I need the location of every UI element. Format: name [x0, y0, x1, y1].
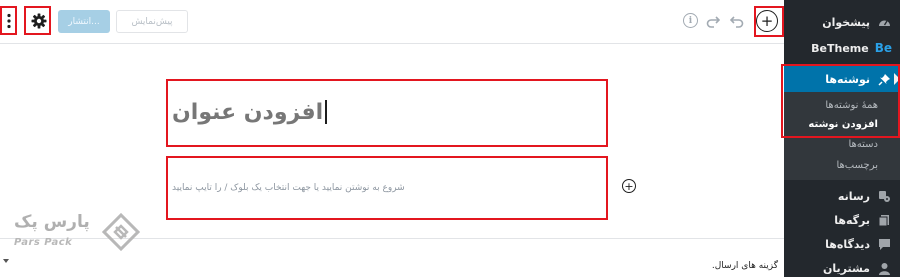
editor-toolbar: + i پیش‌نمایش انتشار... [0, 0, 784, 44]
sidebar-item-label: رسانه [837, 189, 870, 203]
sidebar-item-label: برگه‌ها [834, 213, 870, 227]
info-icon: i [688, 15, 693, 26]
sidebar-item-label: مشتریان [823, 261, 870, 275]
sidebar-item-pages[interactable]: برگه‌ها [784, 208, 900, 232]
title-placeholder: افزودن عنوان [172, 99, 324, 125]
gear-icon [31, 13, 47, 29]
sidebar-item-media[interactable]: رسانه [784, 184, 900, 208]
publish-options-link[interactable]: گزینه های ارسال. [712, 261, 778, 271]
sidebar-item-comments[interactable]: دیدگاه‌ها [784, 232, 900, 256]
user-icon [876, 260, 892, 276]
undo-button[interactable] [728, 12, 746, 30]
text-caret [325, 100, 327, 124]
watermark-name-en: Pars Pack [14, 237, 73, 248]
caret-down-icon[interactable] [3, 259, 9, 263]
redo-icon [706, 16, 720, 28]
sidebar-item-label: دیدگاه‌ها [825, 237, 870, 251]
parspack-logo-icon [102, 213, 140, 251]
post-title-input[interactable]: افزودن عنوان [172, 82, 602, 142]
submenu-add-post[interactable]: افزودن نوشته [784, 119, 900, 130]
betheme-logo-icon: Be [874, 41, 892, 55]
vertical-ellipsis-icon [7, 13, 11, 29]
plus-icon: + [760, 11, 774, 30]
info-button[interactable]: i [683, 13, 698, 28]
inline-add-block-button[interactable]: + [622, 179, 636, 193]
dashboard-icon [876, 14, 892, 30]
submenu-categories[interactable]: دسته‌ها [784, 139, 900, 150]
sidebar-item-label: BeTheme [811, 41, 869, 55]
add-block-button[interactable]: + [756, 10, 778, 32]
block-placeholder: شروع به نوشتن نمایید یا جهت انتخاب یک بل… [172, 183, 405, 193]
comment-icon [876, 236, 892, 252]
submenu-all-posts[interactable]: همهٔ نوشته‌ها [784, 100, 900, 111]
submenu-tags[interactable]: برچسب‌ها [784, 160, 900, 171]
publish-button[interactable]: انتشار... [58, 10, 110, 33]
more-options-button[interactable] [4, 11, 14, 31]
sidebar-item-betheme[interactable]: Be BeTheme [784, 36, 900, 60]
redo-button[interactable] [704, 12, 722, 30]
sidebar-item-dashboard[interactable]: پیشخوان [784, 10, 900, 34]
media-icon [876, 188, 892, 204]
settings-button[interactable] [29, 11, 49, 31]
sidebar-item-customers[interactable]: مشتریان [784, 256, 900, 277]
outline-button[interactable] [656, 12, 674, 30]
sidebar-item-label: پیشخوان [822, 15, 870, 29]
undo-icon [730, 16, 744, 28]
active-menu-arrow [894, 73, 900, 85]
preview-button[interactable]: پیش‌نمایش [116, 10, 188, 33]
posts-submenu: همهٔ نوشته‌ها افزودن نوشته دسته‌ها برچسب… [784, 92, 900, 180]
sidebar-item-posts[interactable]: نوشته‌ها [784, 66, 900, 92]
paragraph-block-input[interactable]: شروع به نوشتن نمایید یا جهت انتخاب یک بل… [172, 162, 602, 214]
pages-icon [876, 212, 892, 228]
watermark-name-fa: پارس پک [14, 212, 90, 232]
plus-icon: + [624, 179, 634, 193]
pushpin-icon [876, 71, 892, 87]
admin-sidebar: پیشخوان Be BeTheme نوشته‌ها همهٔ نوشته‌ه… [784, 0, 900, 277]
sidebar-item-label: نوشته‌ها [825, 72, 870, 86]
parspack-watermark: پارس پک Pars Pack [14, 210, 144, 258]
